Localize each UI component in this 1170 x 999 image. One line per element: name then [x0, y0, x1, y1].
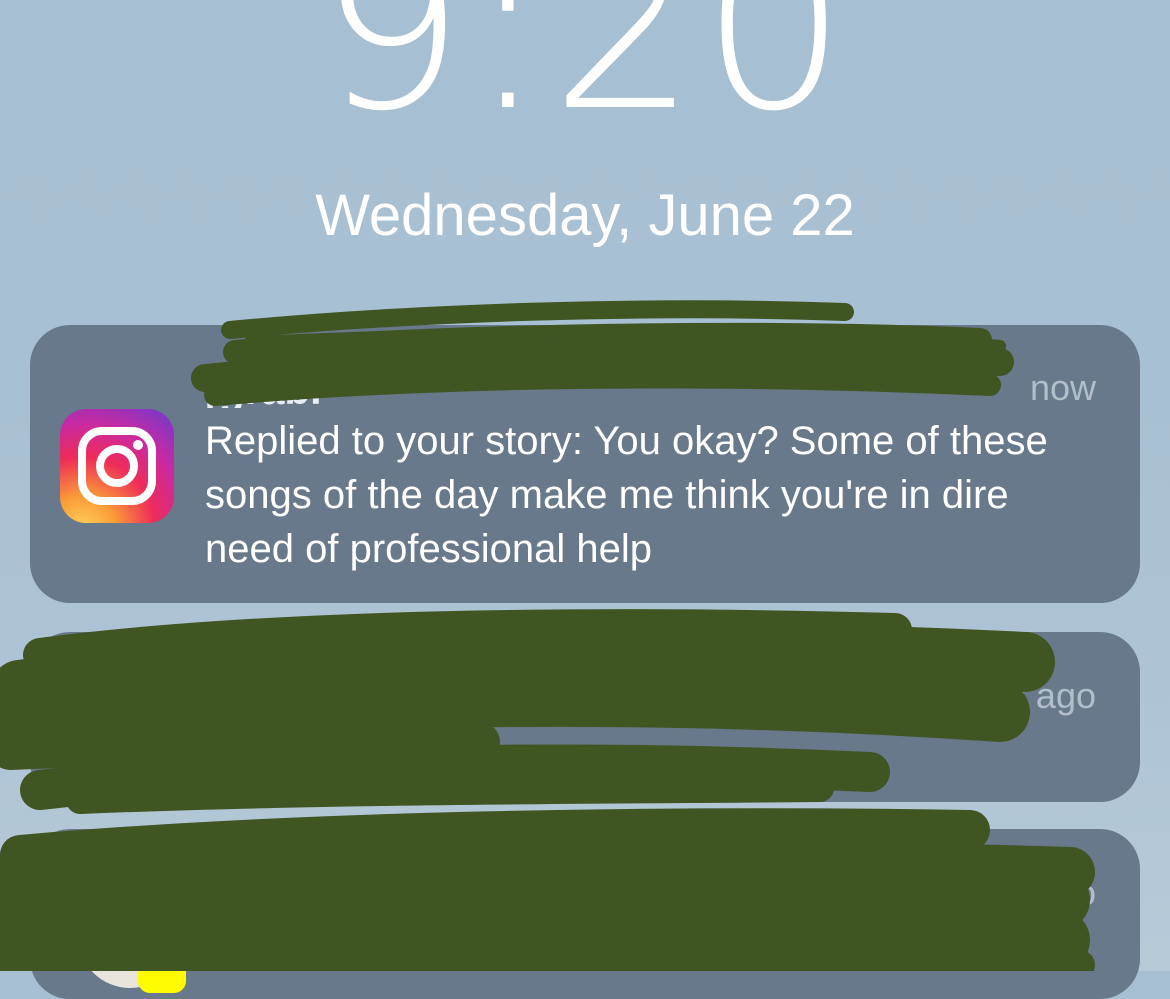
notification-snapchat[interactable]: m ago [30, 632, 1140, 802]
notification-time: now [1029, 367, 1096, 408]
lockscreen-date: Wednesday, June 22 [315, 183, 855, 248]
notification-instagram[interactable]: [grabl now Replied to your story: You ok… [30, 325, 1140, 603]
lockscreen-clock: 9:20 [318, 0, 852, 162]
notification-time: 2m ago [975, 872, 1096, 913]
notification-snapchat[interactable]: 2m ago [30, 829, 1140, 999]
snapchat-icon [138, 750, 186, 796]
instagram-icon [60, 409, 174, 523]
snapchat-icon [138, 947, 186, 993]
notification-sender: [grabl [205, 366, 322, 408]
notification-time: m ago [995, 675, 1096, 716]
notification-message: Replied to your story: You okay? Some of… [205, 419, 1048, 571]
background-horizon [0, 903, 30, 971]
